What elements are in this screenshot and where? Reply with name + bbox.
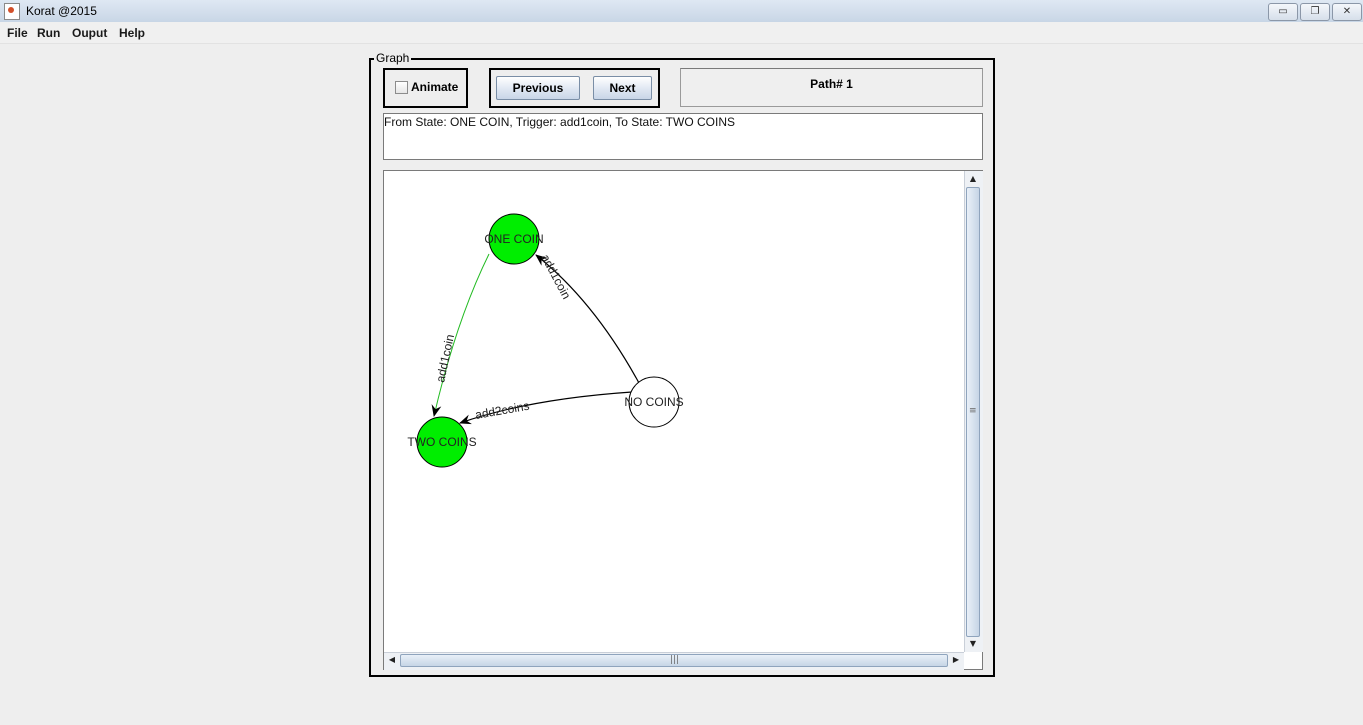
java-app-icon (4, 3, 20, 20)
menu-bar: File Run Ouput Help (0, 22, 1363, 44)
state-label-two-coins: TWO COINS (407, 435, 476, 449)
edge-label-one-to-two: add1coin (433, 333, 457, 384)
minimize-button[interactable]: ▭ (1268, 3, 1298, 21)
graph-canvas[interactable]: add1coin add1coin add2coins ONE COIN TWO… (383, 170, 983, 670)
menu-help[interactable]: Help (119, 26, 145, 40)
menu-file[interactable]: File (7, 26, 28, 40)
window-title: Korat @2015 (26, 4, 97, 18)
scroll-down-arrow-icon[interactable]: ▼ (966, 637, 980, 651)
state-one-coin[interactable]: ONE COIN (484, 213, 544, 265)
transition-status-text: From State: ONE COIN, Trigger: add1coin,… (384, 115, 736, 129)
state-no-coins[interactable]: NO COINS (624, 376, 684, 428)
animate-checkbox[interactable] (395, 81, 408, 94)
previous-button[interactable]: Previous (496, 76, 580, 100)
title-bar: Korat @2015 ▭ ❐ ✕ (0, 0, 1363, 23)
menu-run[interactable]: Run (37, 26, 60, 40)
edge-label-none-to-two: add2coins (474, 399, 530, 422)
graph-panel-title: Graph (374, 51, 412, 65)
edge-label-none-to-one: add1coin (538, 252, 573, 302)
animate-label[interactable]: Animate (411, 80, 458, 94)
scroll-up-arrow-icon[interactable]: ▲ (966, 172, 980, 186)
state-two-coins[interactable]: TWO COINS (407, 416, 477, 468)
state-label-one-coin: ONE COIN (484, 232, 543, 246)
menu-output[interactable]: Ouput (72, 26, 107, 40)
close-button[interactable]: ✕ (1332, 3, 1362, 21)
vertical-grip-icon: ≡ (969, 406, 977, 416)
path-label: Path# 1 (810, 77, 853, 91)
state-label-no-coins: NO COINS (624, 395, 683, 409)
horizontal-grip-icon: ||| (670, 655, 680, 665)
state-graph: add1coin add1coin add2coins ONE COIN TWO… (407, 213, 684, 468)
maximize-button[interactable]: ❐ (1300, 3, 1330, 21)
scroll-right-arrow-icon[interactable]: ▶ (949, 653, 963, 667)
scroll-left-arrow-icon[interactable]: ◀ (385, 653, 399, 667)
next-button[interactable]: Next (593, 76, 652, 100)
